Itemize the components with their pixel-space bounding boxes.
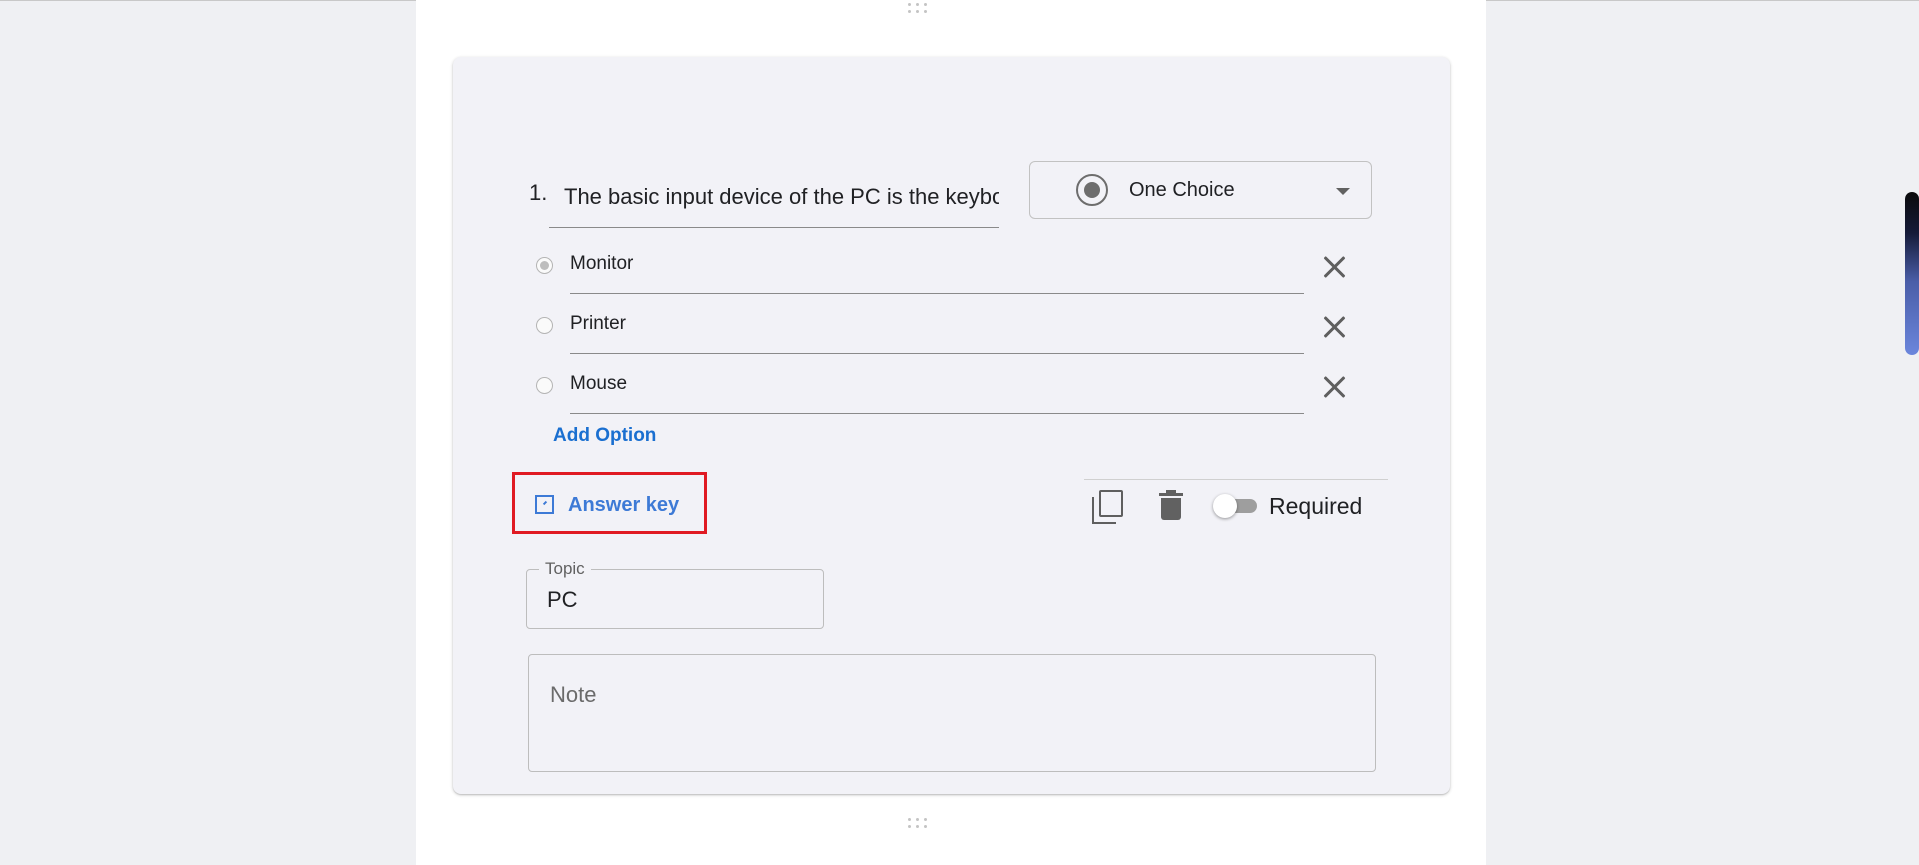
option-label: Mouse xyxy=(570,373,628,394)
option-radio[interactable] xyxy=(536,377,553,394)
topic-label: Topic xyxy=(539,559,591,579)
radio-button-icon xyxy=(1076,174,1108,206)
option-label: Monitor xyxy=(570,253,634,274)
delete-icon[interactable] xyxy=(1158,490,1184,522)
topic-field[interactable]: Topic PC xyxy=(526,559,824,629)
option-label: Printer xyxy=(570,313,626,334)
required-label: Required xyxy=(1269,493,1363,519)
toolbar-divider xyxy=(1084,479,1388,480)
question-type-label: One Choice xyxy=(1129,179,1235,201)
remove-option-icon[interactable] xyxy=(1321,313,1349,341)
duplicate-icon[interactable] xyxy=(1090,489,1126,525)
question-type-dropdown[interactable]: One Choice xyxy=(1029,161,1372,219)
required-toggle[interactable] xyxy=(1213,494,1261,518)
option-row: Mouse xyxy=(536,361,1356,421)
bottom-drag-handle-icon[interactable] xyxy=(908,818,932,832)
option-radio[interactable] xyxy=(536,317,553,334)
add-option-button[interactable]: Add Option xyxy=(553,425,656,447)
remove-option-icon[interactable] xyxy=(1321,373,1349,401)
option-input[interactable]: Printer xyxy=(570,301,1304,354)
answer-key-label: Answer key xyxy=(568,494,680,516)
answer-key-icon xyxy=(535,495,554,514)
question-text-value: The basic input device of the PC is the … xyxy=(564,184,999,209)
note-placeholder: Note xyxy=(550,682,597,707)
scrollbar-thumb[interactable] xyxy=(1905,192,1919,355)
question-text-input[interactable]: The basic input device of the PC is the … xyxy=(549,170,999,228)
question-number: 1. xyxy=(529,180,548,205)
option-input[interactable]: Monitor xyxy=(570,241,1304,294)
option-row: Monitor xyxy=(536,241,1356,301)
dropdown-arrow-icon xyxy=(1336,188,1350,195)
option-radio[interactable] xyxy=(536,257,553,274)
topic-value: PC xyxy=(547,587,578,612)
remove-option-icon[interactable] xyxy=(1321,253,1349,281)
option-input[interactable]: Mouse xyxy=(570,361,1304,414)
option-row: Printer xyxy=(536,301,1356,361)
note-field[interactable]: Note xyxy=(528,654,1376,772)
toggle-thumb xyxy=(1213,494,1237,518)
top-drag-handle-icon[interactable] xyxy=(908,3,932,17)
